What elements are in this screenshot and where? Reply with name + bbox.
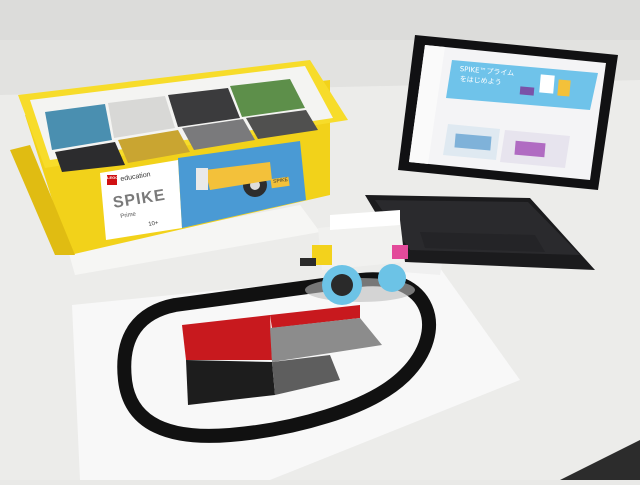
photo-scene: SPIKE™プライム をはじめよう LEGO education SPIKE P… (0, 0, 640, 480)
box-brand-text: LEGO (107, 175, 119, 180)
banner-model-3 (519, 86, 535, 96)
robot-car-sensor (196, 168, 208, 190)
robot-wheel-right (378, 264, 406, 292)
robot-sensor (300, 258, 316, 266)
robot-pink-part (392, 245, 408, 259)
card-2-image (514, 140, 546, 158)
photo-illustration (0, 0, 640, 480)
robot-wheel-left-hub (331, 274, 353, 296)
banner-model-2 (557, 79, 571, 97)
banner-model-1 (539, 74, 555, 94)
back-wall (0, 0, 640, 40)
